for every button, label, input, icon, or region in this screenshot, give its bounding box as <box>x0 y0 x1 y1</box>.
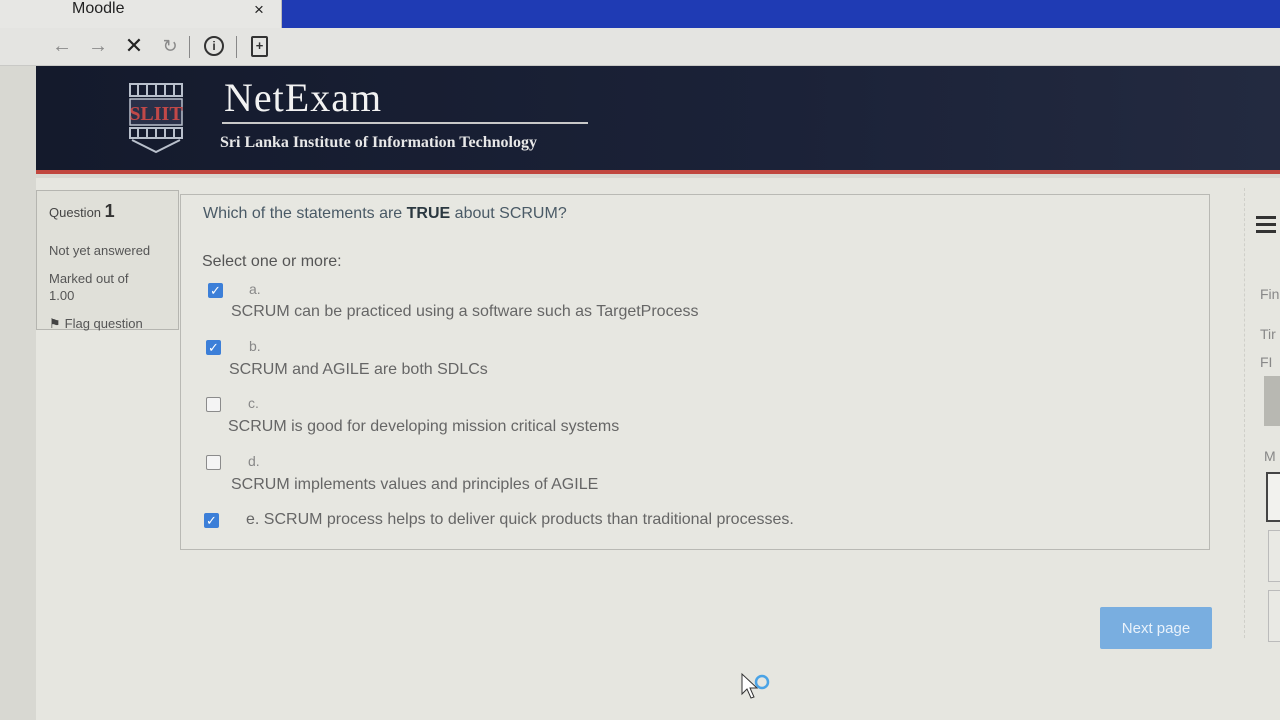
drawer-nav-button[interactable] <box>1268 530 1280 582</box>
drawer-cut-label: Tir <box>1260 326 1276 342</box>
question-number: 1 <box>104 201 115 221</box>
option-a-text[interactable]: SCRUM can be practiced using a software … <box>231 303 698 321</box>
arrow-left-icon[interactable]: ← <box>49 32 75 60</box>
flag-icon: ⚑ <box>49 316 61 331</box>
marked-value: 1.00 <box>49 288 75 303</box>
hamburger-menu-icon[interactable] <box>1256 216 1276 234</box>
drawer-cut-label: M <box>1264 448 1276 464</box>
option-c-text[interactable]: SCRUM is good for developing mission cri… <box>228 418 619 436</box>
stop-icon[interactable]: ✕ <box>121 32 147 60</box>
option-d-letter: d. <box>248 453 260 469</box>
drawer-nav-button[interactable] <box>1266 472 1280 522</box>
drawer-nav-button[interactable] <box>1268 590 1280 642</box>
site-brand: NetExam <box>224 75 383 120</box>
quiz-content: Question 1 Not yet answered Marked out o… <box>36 178 1280 720</box>
flag-question-link[interactable]: ⚑ Flag question <box>49 316 143 332</box>
option-d-text[interactable]: SCRUM implements values and principles o… <box>231 476 598 494</box>
flag-label: Flag question <box>64 316 143 331</box>
brand-divider <box>222 122 588 124</box>
toolbar-separator <box>236 36 237 58</box>
question-box: Which of the statements are TRUE about S… <box>180 194 1210 550</box>
drawer-cut-label: Fin <box>1260 286 1280 302</box>
question-label: Question <box>49 205 102 220</box>
option-c-letter: c. <box>248 395 259 411</box>
tab-title: Moodle <box>72 0 125 17</box>
question-marks: Marked out of 1.00 <box>49 270 159 304</box>
browser-toolbar: ← → ✕ ↻ i + <box>0 28 1280 66</box>
drawer-cut-label: FI <box>1260 354 1273 370</box>
next-page-button[interactable]: Next page <box>1100 607 1212 649</box>
option-a-letter: a. <box>249 281 261 297</box>
tab-close-icon[interactable]: × <box>254 0 264 20</box>
answer-prompt: Select one or more: <box>202 253 342 270</box>
option-d-checkbox[interactable] <box>206 455 221 470</box>
browser-tab-moodle[interactable]: Moodle × <box>0 0 282 28</box>
mouse-pointer-icon <box>741 672 770 699</box>
option-a-checkbox[interactable]: ✓ <box>208 283 223 298</box>
question-text-emphasis: TRUE <box>406 205 451 222</box>
question-info-panel: Question 1 Not yet answered Marked out o… <box>36 190 179 332</box>
option-b-checkbox[interactable]: ✓ <box>206 340 221 355</box>
question-text-start: Which of the statements are <box>203 205 407 222</box>
site-tagline: Sri Lanka Institute of Information Techn… <box>220 134 537 151</box>
option-b-letter: b. <box>249 338 261 354</box>
marked-label: Marked out of <box>49 271 129 286</box>
info-icon[interactable]: i <box>204 36 224 56</box>
question-text-end: about SCRUM? <box>450 205 567 222</box>
logo-text: SLIIT <box>129 103 183 125</box>
option-e-text[interactable]: e. SCRUM process helps to deliver quick … <box>246 511 794 529</box>
option-c-checkbox[interactable] <box>206 397 221 412</box>
reload-icon[interactable]: ↻ <box>157 32 183 60</box>
toolbar-separator <box>189 36 190 58</box>
sliit-logo: SLIIT <box>129 83 183 154</box>
option-e-checkbox[interactable]: ✓ <box>204 513 219 528</box>
drawer-nav-block[interactable] <box>1264 376 1280 426</box>
arrow-right-icon[interactable]: → <box>85 32 111 60</box>
question-number-label: Question 1 <box>49 201 115 222</box>
page-icon[interactable]: + <box>251 36 268 57</box>
question-text: Which of the statements are TRUE about S… <box>203 205 567 223</box>
site-header: SLIIT NetExam Sri Lanka Institute of Inf… <box>36 66 1280 174</box>
question-state: Not yet answered <box>49 243 151 258</box>
option-b-text[interactable]: SCRUM and AGILE are both SDLCs <box>229 361 488 379</box>
browser-tab-strip: Moodle × <box>0 0 1280 28</box>
